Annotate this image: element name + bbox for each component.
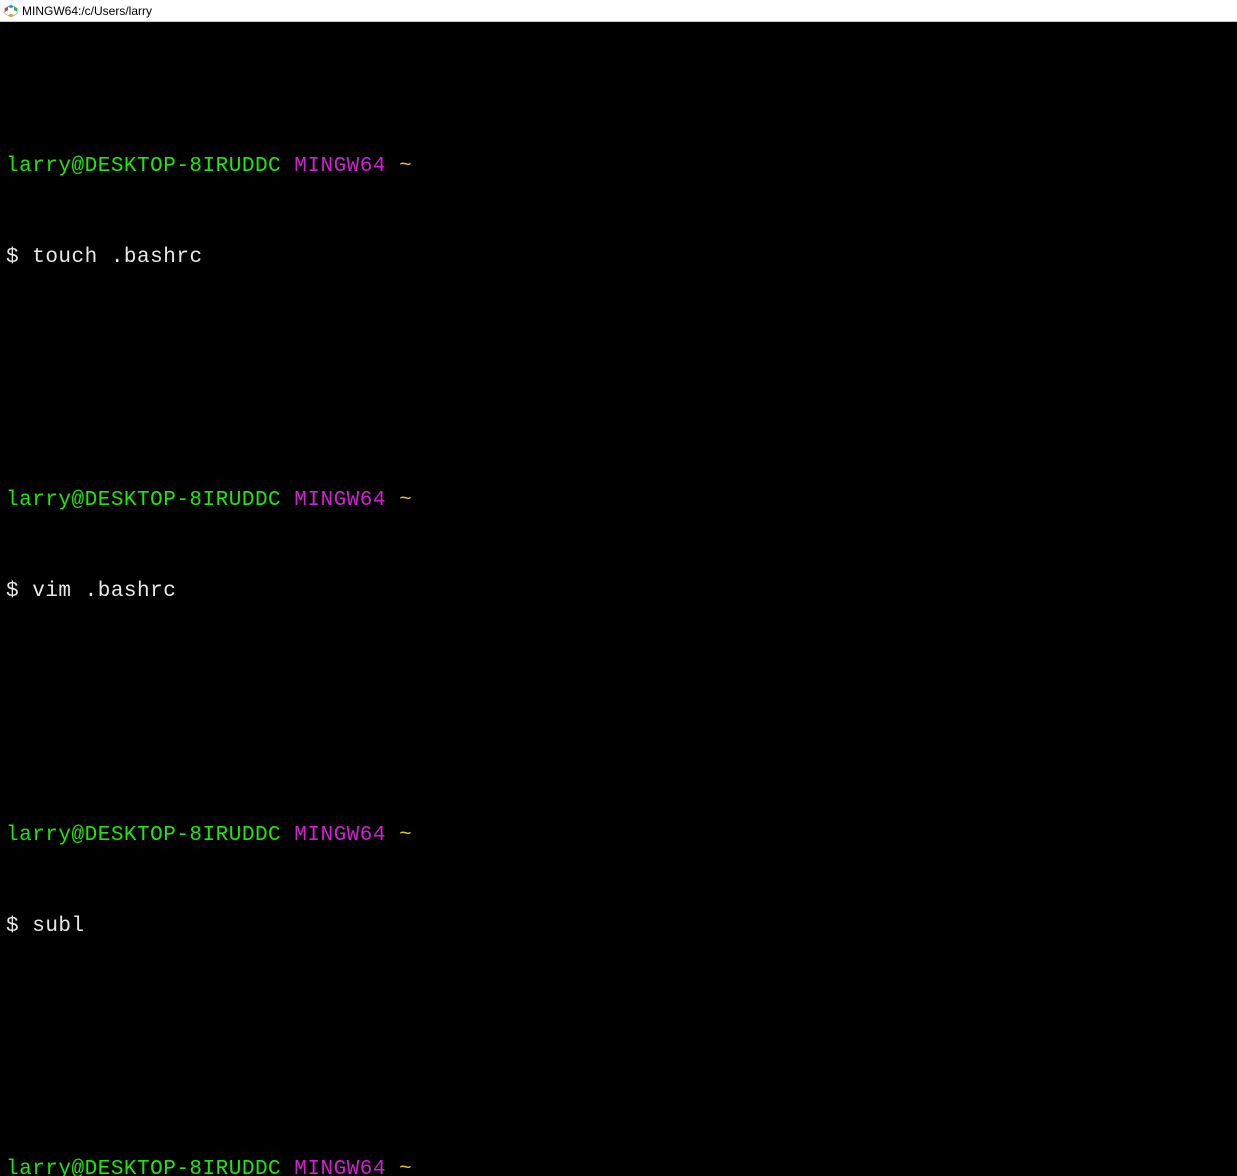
prompt-user-host: larry@DESKTOP-8IRUDDC <box>6 824 281 847</box>
prompt-symbol: $ <box>6 246 19 269</box>
prompt-env: MINGW64 <box>294 1158 386 1176</box>
prompt-user-host: larry@DESKTOP-8IRUDDC <box>6 489 281 512</box>
prompt-path: ~ <box>399 824 412 847</box>
prompt-user-host: larry@DESKTOP-8IRUDDC <box>6 1158 281 1176</box>
prompt-env: MINGW64 <box>294 824 386 847</box>
history-entry: larry@DESKTOP-8IRUDDC MINGW64 ~ $ vim .b… <box>6 425 1231 669</box>
prompt-path: ~ <box>399 155 412 178</box>
prompt-symbol: $ <box>6 915 19 938</box>
command-text: touch .bashrc <box>32 246 202 269</box>
prompt-env: MINGW64 <box>294 155 386 178</box>
history-entry: larry@DESKTOP-8IRUDDC MINGW64 ~ $ touch … <box>6 91 1231 335</box>
command-text: subl <box>32 915 84 938</box>
window-titlebar: MINGW64:/c/Users/larry <box>0 0 1237 22</box>
prompt-path: ~ <box>399 1158 412 1176</box>
prompt-env: MINGW64 <box>294 489 386 512</box>
history-entry: larry@DESKTOP-8IRUDDC MINGW64 ~ $ subl <box>6 760 1231 1004</box>
prompt-symbol: $ <box>6 580 19 603</box>
window-title: MINGW64:/c/Users/larry <box>22 4 152 18</box>
command-text: vim .bashrc <box>32 580 176 603</box>
terminal-area[interactable]: larry@DESKTOP-8IRUDDC MINGW64 ~ $ touch … <box>0 22 1237 1176</box>
prompt-user-host: larry@DESKTOP-8IRUDDC <box>6 155 281 178</box>
mingw-icon <box>4 4 18 18</box>
current-prompt: larry@DESKTOP-8IRUDDC MINGW64 ~ $ <box>6 1094 1231 1176</box>
prompt-path: ~ <box>399 489 412 512</box>
